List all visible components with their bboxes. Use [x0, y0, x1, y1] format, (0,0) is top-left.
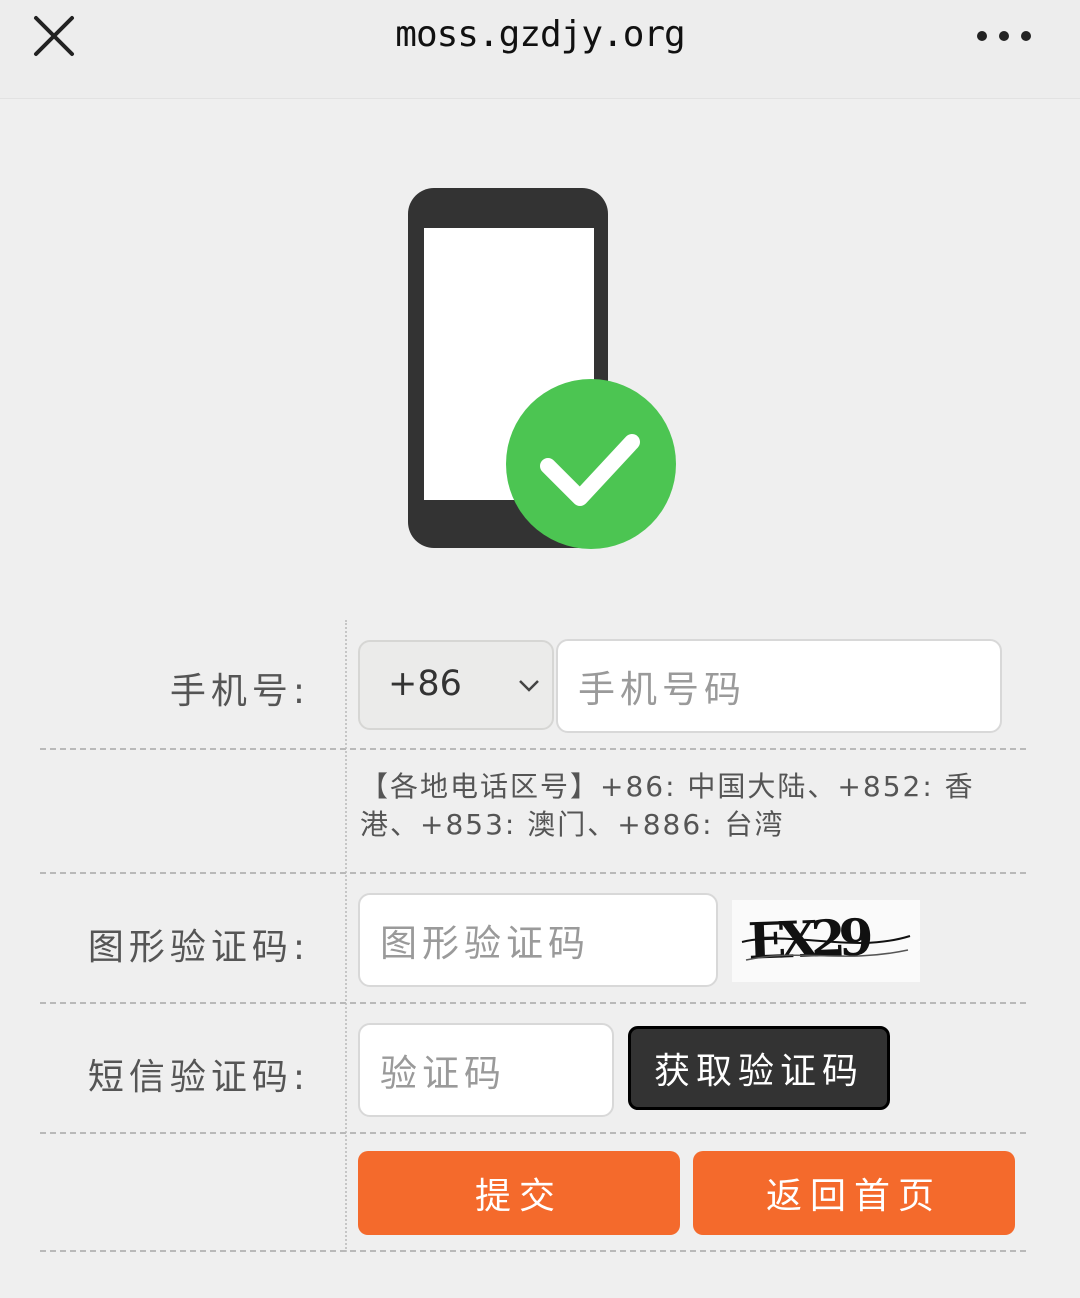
- chevron-down-icon: [519, 680, 539, 692]
- row-separator: [40, 1002, 1026, 1004]
- column-divider: [345, 620, 347, 1252]
- page-url: moss.gzdjy.org: [395, 14, 685, 55]
- country-code-value: +86: [388, 664, 462, 704]
- more-button[interactable]: [972, 20, 1036, 52]
- more-dots-icon: [977, 31, 1031, 41]
- phone-number-input[interactable]: 手机号码: [556, 639, 1002, 733]
- back-home-button[interactable]: 返回首页: [693, 1151, 1015, 1235]
- phone-verified-icon: [408, 188, 676, 549]
- sms-code-label: 短信验证码:: [87, 1057, 310, 1098]
- sms-code-placeholder: 验证码: [380, 1052, 506, 1095]
- country-code-select[interactable]: +86: [358, 640, 554, 730]
- captcha-graphic: EX29: [732, 900, 920, 982]
- get-sms-code-button[interactable]: 获取验证码: [628, 1026, 890, 1110]
- row-separator: [40, 1132, 1026, 1134]
- row-separator: [40, 748, 1026, 750]
- sms-code-input[interactable]: 验证码: [358, 1023, 614, 1117]
- captcha-input[interactable]: 图形验证码: [358, 893, 718, 987]
- submit-button[interactable]: 提交: [358, 1151, 680, 1235]
- area-code-hint: 【各地电话区号】+86: 中国大陆、+852: 香港、+853: 澳门、+886…: [360, 770, 975, 841]
- captcha-image[interactable]: EX29: [732, 900, 920, 982]
- verification-form: 手机号: +86 手机号码 【各地电话区号】+86: 中国大陆、+852: 香港…: [40, 620, 1026, 1260]
- phone-verified-illustration: [400, 180, 690, 560]
- phone-number-placeholder: 手机号码: [578, 668, 746, 711]
- row-separator: [40, 872, 1026, 874]
- browser-top-bar: moss.gzdjy.org: [0, 0, 1080, 99]
- captcha-label: 图形验证码:: [87, 927, 310, 968]
- phone-label: 手机号:: [169, 671, 310, 712]
- captcha-placeholder: 图形验证码: [380, 922, 590, 965]
- row-separator: [40, 1250, 1026, 1252]
